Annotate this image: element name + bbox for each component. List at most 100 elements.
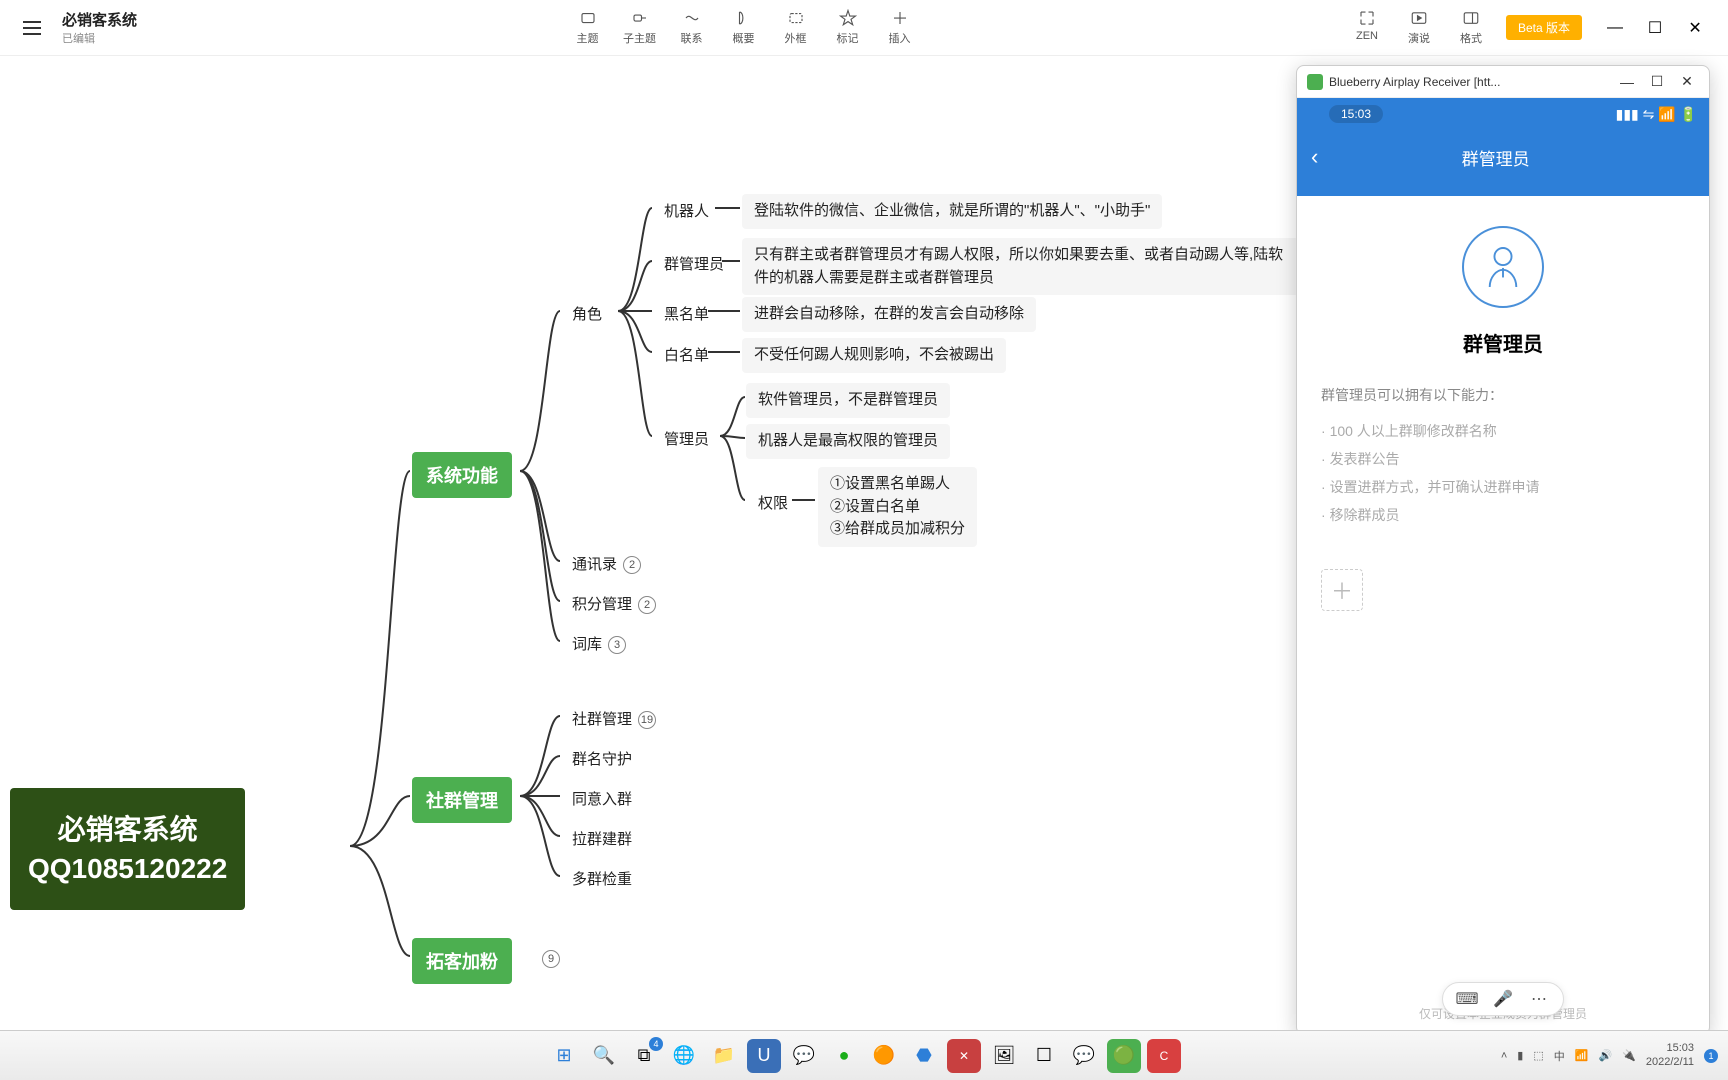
gm-perm-list: · 100 人以上群聊修改群名称 · 发表群公告 · 设置进群方式，并可确认进群… xyxy=(1321,417,1540,529)
add-admin-button[interactable]: ＋ xyxy=(1321,569,1363,611)
node-gm-desc[interactable]: 只有群主或者群管理员才有踢人权限，所以你如果要去重、或者自动踢人等,陆软件的机器… xyxy=(742,238,1302,295)
gm-desc: 群管理员可以拥有以下能力： xyxy=(1321,385,1503,405)
search-icon[interactable]: 🔍 xyxy=(587,1039,621,1073)
doc-subtitle: 已编辑 xyxy=(62,30,137,46)
node-robot-desc[interactable]: 登陆软件的微信、企业微信，就是所谓的"机器人"、"小助手" xyxy=(742,194,1162,229)
badge-count: 9 xyxy=(542,950,560,968)
phone-signal-icons: ▮▮▮ ⇋ 📶 🔋 xyxy=(1616,106,1697,123)
airplay-window[interactable]: Blueberry Airplay Receiver [htt... — ☐ ✕… xyxy=(1296,65,1710,1035)
wechat-icon[interactable]: ● xyxy=(827,1039,861,1073)
tray-chevron-icon[interactable]: ˄ xyxy=(1501,1050,1507,1062)
airplay-title: Blueberry Airplay Receiver [htt... xyxy=(1329,75,1609,89)
app-icon-2[interactable]: 💬 xyxy=(787,1039,821,1073)
app-icon-1[interactable]: U xyxy=(747,1039,781,1073)
node-agree[interactable]: 同意入群 xyxy=(562,784,642,813)
doc-header: 必销客系统 已编辑 xyxy=(62,9,137,46)
node-sg[interactable]: 社群管理19 xyxy=(562,704,666,733)
tray-icon[interactable]: ▮ xyxy=(1517,1049,1523,1062)
node-dup[interactable]: 多群检重 xyxy=(562,864,642,893)
ow-maximize-icon[interactable]: ☐ xyxy=(1645,73,1669,90)
tray-volume-icon[interactable]: 🔊 xyxy=(1598,1049,1612,1062)
app-icon-10[interactable]: C xyxy=(1147,1039,1181,1073)
node-perm[interactable]: 权限 xyxy=(748,488,798,517)
doc-title: 必销客系统 xyxy=(62,9,137,30)
app-icon-5[interactable]: ✕ xyxy=(947,1039,981,1073)
tray-clock[interactable]: 15:03 2022/2/11 xyxy=(1646,1042,1694,1068)
explorer-icon[interactable]: 📁 xyxy=(707,1039,741,1073)
node-whitelist-desc[interactable]: 不受任何踢人规则影响，不会被踢出 xyxy=(742,338,1006,373)
close-icon[interactable]: ✕ xyxy=(1682,15,1708,41)
tool-topic[interactable]: 主题 xyxy=(571,9,605,46)
perm-item: · 设置进群方式，并可确认进群申请 xyxy=(1321,473,1540,501)
phone-body: 群管理员 群管理员可以拥有以下能力： · 100 人以上群聊修改群名称 · 发表… xyxy=(1297,196,1709,993)
tray-ime-icon[interactable]: 中 xyxy=(1554,1048,1565,1064)
system-tray[interactable]: ˄ ▮ ⬚ 中 📶 🔊 🔌 15:03 2022/2/11 1 xyxy=(1501,1042,1718,1068)
minimize-icon[interactable]: — xyxy=(1602,15,1628,41)
branch-expand[interactable]: 拓客加粉 xyxy=(412,938,512,984)
app-icon-7[interactable]: ☐ xyxy=(1027,1039,1061,1073)
phone-time: 15:03 xyxy=(1329,105,1383,123)
node-admin-d2[interactable]: 机器人是最高权限的管理员 xyxy=(746,424,950,459)
node-contacts[interactable]: 通讯录2 xyxy=(562,549,651,578)
tool-mark[interactable]: 标记 xyxy=(831,9,865,46)
node-admin[interactable]: 管理员 xyxy=(654,424,719,453)
back-icon[interactable]: ‹ xyxy=(1311,144,1318,170)
app-toolbar: 必销客系统 已编辑 主题 子主题 联系 概要 外框 标记 插入 ZEN 演说 格… xyxy=(0,0,1728,56)
tool-summary[interactable]: 概要 xyxy=(727,9,761,46)
phone-header: 15:03 ▮▮▮ ⇋ 📶 🔋 ‹ 群管理员 xyxy=(1297,98,1709,196)
tray-battery-icon[interactable]: 🔌 xyxy=(1622,1049,1636,1062)
airplay-titlebar[interactable]: Blueberry Airplay Receiver [htt... — ☐ ✕ xyxy=(1297,66,1709,98)
node-blacklist-desc[interactable]: 进群会自动移除，在群的发言会自动移除 xyxy=(742,297,1036,332)
windows-taskbar[interactable]: ⊞ 🔍 ⧉4 🌐 📁 U 💬 ● 🟠 ⬣ ✕ 🖼 ☐ 💬 🟢 C ˄ ▮ ⬚ 中… xyxy=(0,1030,1728,1080)
toolbar-center: 主题 子主题 联系 概要 外框 标记 插入 xyxy=(571,9,917,46)
tool-format[interactable]: 格式 xyxy=(1454,9,1488,46)
tool-relation[interactable]: 联系 xyxy=(675,9,709,46)
tool-subtopic[interactable]: 子主题 xyxy=(623,9,657,46)
ow-minimize-icon[interactable]: — xyxy=(1615,74,1639,90)
perm-item: · 发表群公告 xyxy=(1321,445,1540,473)
tool-insert[interactable]: 插入 xyxy=(883,9,917,46)
branch-system-func[interactable]: 系统功能 xyxy=(412,452,512,498)
tray-icon[interactable]: ⬚ xyxy=(1533,1049,1543,1062)
app-icon-8[interactable]: 💬 xyxy=(1067,1039,1101,1073)
start-icon[interactable]: ⊞ xyxy=(547,1039,581,1073)
perm-item: · 移除群成员 xyxy=(1321,501,1540,529)
window-controls: — ☐ ✕ xyxy=(1602,15,1708,41)
branch-community[interactable]: 社群管理 xyxy=(412,777,512,823)
app-icon-9[interactable]: 🟢 xyxy=(1107,1039,1141,1073)
edge-icon[interactable]: 🌐 xyxy=(667,1039,701,1073)
node-points[interactable]: 积分管理2 xyxy=(562,589,666,618)
taskview-icon[interactable]: ⧉4 xyxy=(627,1039,661,1073)
keyboard-icon[interactable]: ⌨ xyxy=(1457,989,1477,1009)
node-perm-desc[interactable]: ①设置黑名单踢人 ②设置白名单 ③给群成员加减积分 xyxy=(818,467,977,547)
node-dict[interactable]: 词库3 xyxy=(562,629,636,658)
node-groupname[interactable]: 群名守护 xyxy=(562,744,642,773)
app-icon-3[interactable]: 🟠 xyxy=(867,1039,901,1073)
node-role[interactable]: 角色 xyxy=(562,299,612,328)
node-admin-d1[interactable]: 软件管理员，不是群管理员 xyxy=(746,383,950,418)
airplay-app-icon xyxy=(1307,74,1323,90)
tray-wifi-icon[interactable]: 📶 xyxy=(1575,1049,1589,1062)
node-robot[interactable]: 机器人 xyxy=(654,196,719,225)
root-node[interactable]: 必销客系统 QQ1085120222 xyxy=(10,788,245,910)
notification-badge[interactable]: 1 xyxy=(1704,1049,1718,1063)
maximize-icon[interactable]: ☐ xyxy=(1642,15,1668,41)
perm-item: · 100 人以上群聊修改群名称 xyxy=(1321,417,1540,445)
node-whitelist[interactable]: 白名单 xyxy=(654,340,719,369)
node-gm[interactable]: 群管理员 xyxy=(654,249,734,278)
tool-zen[interactable]: ZEN xyxy=(1350,9,1384,46)
app-icon-6[interactable]: 🖼 xyxy=(987,1039,1021,1073)
more-icon[interactable]: ⋯ xyxy=(1529,989,1549,1009)
app-icon-4[interactable]: ⬣ xyxy=(907,1039,941,1073)
menu-button[interactable] xyxy=(20,16,44,40)
mic-icon[interactable]: 🎤 xyxy=(1493,989,1513,1009)
ow-close-icon[interactable]: ✕ xyxy=(1675,73,1699,90)
phone-nav: ‹ 群管理员 xyxy=(1297,130,1709,184)
tool-boundary[interactable]: 外框 xyxy=(779,9,813,46)
beta-button[interactable]: Beta 版本 xyxy=(1506,15,1582,40)
node-blacklist[interactable]: 黑名单 xyxy=(654,299,719,328)
phone-toolbar-pill: ⌨ 🎤 ⋯ xyxy=(1442,982,1564,1016)
node-pull[interactable]: 拉群建群 xyxy=(562,824,642,853)
phone-status-bar: 15:03 ▮▮▮ ⇋ 📶 🔋 xyxy=(1297,98,1709,130)
tool-present[interactable]: 演说 xyxy=(1402,9,1436,46)
